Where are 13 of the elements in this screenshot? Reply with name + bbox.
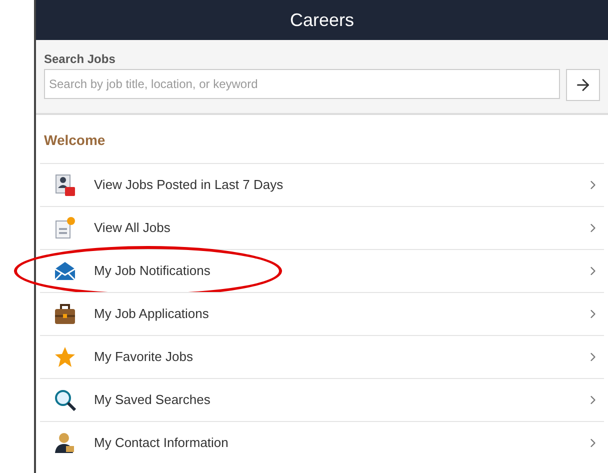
search-label: Search Jobs (44, 51, 116, 68)
search-field[interactable]: Search by job title, location, or keyword (44, 69, 560, 99)
arrow-right-icon (574, 76, 592, 94)
person-icon (54, 432, 76, 454)
star-icon (54, 346, 76, 368)
search-icon (54, 389, 76, 411)
section-heading: Welcome (44, 132, 106, 148)
person-document-icon (54, 173, 76, 197)
document-icon (54, 216, 76, 240)
search-submit-button[interactable] (566, 69, 600, 101)
envelope-icon (54, 260, 76, 282)
briefcase-icon (54, 303, 76, 325)
page-title: Careers (290, 8, 354, 32)
